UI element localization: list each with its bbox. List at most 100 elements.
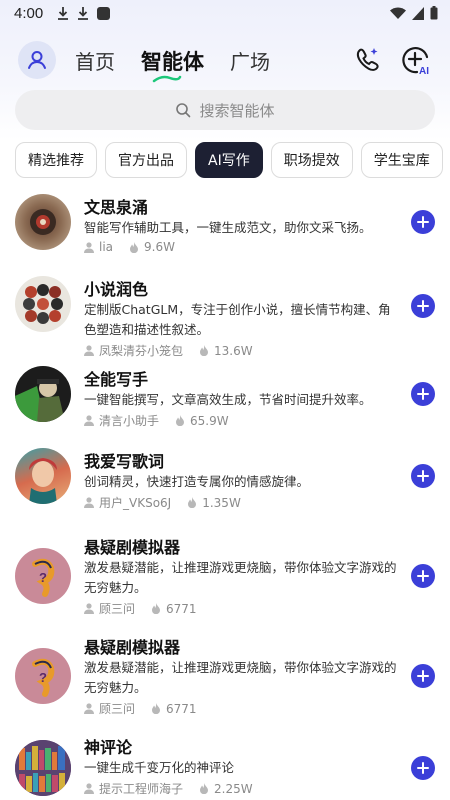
user-icon (84, 345, 94, 356)
agent-title: 小说润色 (84, 280, 149, 299)
agent-avatar: ? (15, 648, 71, 704)
status-time: 4:00 (14, 4, 44, 22)
agent-meta: 提示工程师海子 2.25W (84, 780, 253, 797)
search-icon (176, 103, 191, 118)
agent-description: 激发悬疑潜能，让推理游戏更烧脑，带你体验文字游戏的无穷魅力。 (84, 560, 397, 595)
battery-icon (430, 6, 438, 20)
user-icon (84, 603, 94, 614)
download-icon (78, 7, 89, 20)
flame-icon (176, 415, 185, 426)
agent-title: 全能写手 (84, 370, 149, 389)
flame-icon (200, 345, 209, 356)
agent-title: 文思泉涌 (84, 198, 149, 217)
search-input[interactable]: 搜索智能体 (15, 90, 435, 130)
list-item[interactable]: 小说润色 定制版ChatGLM，专注于创作小说，擅长情节构建、角色塑造和描述性叙… (0, 272, 450, 362)
flame-icon (188, 497, 197, 508)
svg-text:?: ? (39, 670, 47, 685)
svg-text:AI: AI (419, 66, 429, 76)
agent-title: 神评论 (84, 738, 133, 757)
plus-icon (417, 388, 429, 400)
status-bar: 4:00 (0, 0, 450, 26)
signal-icon (412, 6, 424, 20)
agent-avatar (15, 448, 71, 504)
agent-title: 悬疑剧模拟器 (84, 538, 181, 557)
voice-call-icon[interactable] (354, 46, 382, 74)
agent-description: 创词精灵，快速打造专属你的情感旋律。 (84, 474, 310, 489)
list-item[interactable]: ? 悬疑剧模拟器 激发悬疑潜能，让推理游戏更烧脑，带你体验文字游戏的无穷魅力。 … (0, 534, 450, 634)
agent-author: 凤梨清芬小笼包 (99, 344, 184, 358)
agent-usage-count: 1.35W (202, 495, 241, 510)
app-notification-icon (97, 6, 111, 20)
agent-usage-count: 6771 (166, 601, 197, 616)
agent-meta: 凤梨清芬小笼包 13.6W (84, 342, 253, 359)
agent-usage-count: 2.25W (214, 781, 253, 796)
search-placeholder: 搜索智能体 (199, 101, 275, 120)
agent-description: 定制版ChatGLM，专注于创作小说，擅长情节构建、角色塑造和描述性叙述。 (84, 302, 391, 337)
add-agent-button[interactable] (411, 564, 435, 588)
add-agent-button[interactable] (411, 294, 435, 318)
agent-author: 用户_VKSo6J (99, 496, 172, 510)
wifi-icon (390, 7, 406, 19)
category-chip-student[interactable]: 学生宝库 (360, 142, 443, 178)
agent-list: 文思泉涌 智能写作辅助工具，一键生成范文，助你文采飞扬。 lia 9.6W 小说… (0, 190, 450, 800)
agent-usage-count: 9.6W (144, 240, 175, 254)
plus-icon (417, 216, 429, 228)
svg-text:?: ? (39, 570, 47, 585)
agent-meta: 顾三问 6771 (84, 600, 197, 617)
add-agent-button[interactable] (411, 464, 435, 488)
list-item[interactable]: 全能写手 一键智能撰写，文章高效生成，节省时间提升效率。 清言小助手 65.9W (0, 362, 450, 444)
list-item[interactable]: 文思泉涌 智能写作辅助工具，一键生成范文，助你文采飞扬。 lia 9.6W (0, 190, 450, 272)
agent-avatar: ? (15, 548, 71, 604)
list-item[interactable]: 神评论 一键生成千变万化的神评论 提示工程师海子 2.25W (0, 734, 450, 800)
plus-icon (417, 670, 429, 682)
user-icon (84, 241, 94, 253)
add-agent-button[interactable] (411, 664, 435, 688)
user-icon (84, 497, 94, 508)
user-icon (84, 703, 94, 714)
plus-icon (417, 762, 429, 774)
flame-icon (152, 603, 161, 614)
agent-description: 智能写作辅助工具，一键生成范文，助你文采飞扬。 (84, 220, 372, 235)
user-icon (84, 415, 94, 426)
category-chip-workplace[interactable]: 职场提效 (270, 142, 353, 178)
list-item[interactable]: ? 悬疑剧模拟器 激发悬疑潜能，让推理游戏更烧脑，带你体验文字游戏的无穷魅力。 … (0, 634, 450, 734)
add-agent-button[interactable] (411, 210, 435, 234)
agent-avatar (15, 740, 71, 796)
create-ai-agent-icon[interactable]: AI (400, 44, 432, 76)
agent-avatar (15, 194, 71, 250)
category-chip-ai-writing[interactable]: AI写作 (195, 142, 263, 178)
agent-author: 顾三问 (99, 702, 136, 716)
agent-description: 一键生成千变万化的神评论 (84, 760, 235, 775)
agent-author: 顾三问 (99, 602, 136, 616)
tab-home[interactable]: 首页 (75, 46, 115, 75)
category-chip-featured[interactable]: 精选推荐 (15, 142, 97, 178)
agent-meta: 顾三问 6771 (84, 700, 197, 717)
agent-avatar (15, 276, 71, 332)
agent-title: 悬疑剧模拟器 (84, 638, 181, 657)
category-chip-official[interactable]: 官方出品 (105, 142, 187, 178)
flame-icon (200, 783, 209, 794)
agent-usage-count: 13.6W (214, 343, 253, 358)
flame-icon (152, 703, 161, 714)
add-agent-button[interactable] (411, 756, 435, 780)
agent-meta: 用户_VKSo6J 1.35W (84, 494, 241, 511)
agent-author: 提示工程师海子 (99, 782, 184, 796)
agent-description: 激发悬疑潜能，让推理游戏更烧脑，带你体验文字游戏的无穷魅力。 (84, 660, 397, 695)
add-agent-button[interactable] (411, 382, 435, 406)
flame-icon (130, 241, 139, 253)
active-tab-indicator (152, 75, 182, 83)
agent-usage-count: 6771 (166, 701, 197, 716)
plus-icon (417, 570, 429, 582)
tab-plaza[interactable]: 广场 (230, 46, 270, 75)
tab-agents[interactable]: 智能体 (141, 46, 204, 76)
agent-avatar (15, 366, 71, 422)
user-icon (28, 51, 46, 69)
agent-description: 一键智能撰写，文章高效生成，节省时间提升效率。 (84, 392, 372, 407)
download-icon (58, 7, 69, 20)
user-icon (84, 783, 94, 794)
list-item[interactable]: 我爱写歌词 创词精灵，快速打造专属你的情感旋律。 用户_VKSo6J 1.35W (0, 444, 450, 534)
plus-icon (417, 470, 429, 482)
profile-button[interactable] (18, 41, 56, 79)
agent-meta: 清言小助手 65.9W (84, 412, 229, 429)
agent-meta: lia 9.6W (84, 240, 175, 254)
